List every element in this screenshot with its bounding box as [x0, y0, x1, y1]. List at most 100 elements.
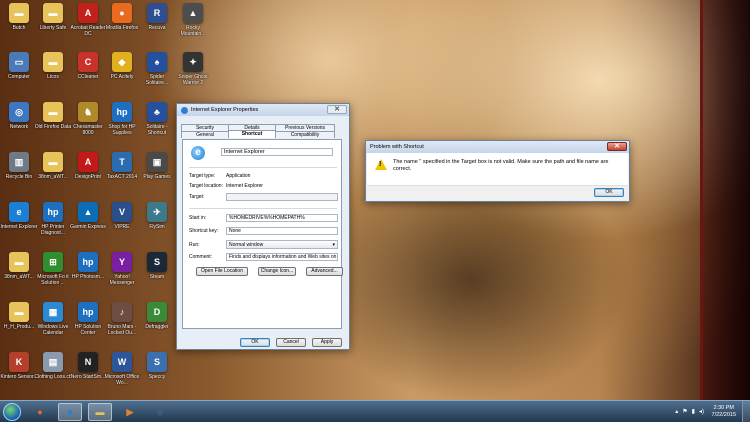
desktop-shortcut[interactable]: ▲ Rocky Mountain... — [174, 3, 212, 47]
clock[interactable]: 2:30 PM 7/22/2015 — [712, 405, 736, 419]
change-icon-button[interactable]: Change Icon... — [258, 267, 296, 276]
ie-icon: e — [191, 146, 205, 160]
chevron-down-icon: ▾ — [332, 242, 335, 248]
desktop-shortcut[interactable]: A DesignPrint — [69, 152, 107, 196]
ok-button[interactable]: OK — [240, 338, 270, 347]
comment-input[interactable]: Finds and displays information and Web s… — [226, 253, 338, 261]
target-label: Target: — [189, 194, 205, 200]
desktop-shortcut[interactable]: hp HP Solution Center — [69, 302, 107, 346]
desktop-shortcut[interactable]: ◆ PC Acitely — [103, 52, 141, 96]
desktop-shortcut[interactable]: ⊞ Microsoft Fo it Solution ... — [34, 252, 72, 296]
desktop-shortcut[interactable]: hp HP Printer Diagnost... — [34, 202, 72, 246]
dialog-titlebar[interactable]: Problem with Shortcut — [366, 141, 629, 153]
desktop-shortcut[interactable]: hp Shop for HP Supplies — [103, 102, 141, 146]
desktop-shortcut[interactable]: ▲ Garmin Express — [69, 202, 107, 246]
target-type-value: Application — [226, 173, 251, 179]
divider — [189, 208, 337, 209]
start-in-input[interactable]: %HOMEDRIVE%%HOMEPATH% — [226, 214, 338, 222]
desktop-shortcut[interactable]: ✦ Sniper Ghost Warrior 2 — [174, 52, 212, 96]
desktop-shortcut[interactable]: T TaxACT 2014 — [103, 152, 141, 196]
shortcut-key-input[interactable]: None — [226, 227, 338, 235]
apply-button[interactable]: Apply — [312, 338, 342, 347]
tab-shortcut[interactable]: Shortcut — [228, 130, 276, 138]
calendar-icon: ▦ — [43, 302, 63, 322]
desktop-shortcut[interactable]: ♪ Bruno Mars - Locked Ou... — [103, 302, 141, 346]
chevron-up-icon[interactable]: ▴ — [675, 408, 678, 415]
start-button[interactable] — [3, 403, 21, 421]
desktop-shortcut[interactable]: ▬ Old Firefox Data — [34, 102, 72, 146]
desktop-shortcut-label: CCleaner — [77, 74, 99, 80]
desktop-shortcut[interactable]: V VIPRE — [103, 202, 141, 246]
desktop-shortcut[interactable]: hp HP Photosm... — [69, 252, 107, 296]
desktop-shortcut[interactable]: ▭ Computer — [0, 52, 38, 96]
desktop-shortcut-label: Windows Live Calendar — [37, 324, 69, 336]
desktop-shortcut[interactable]: ♞ Chessmaster 8000 — [69, 102, 107, 146]
desktop-shortcut[interactable]: ▦ Windows Live Calendar — [34, 302, 72, 346]
desktop-shortcut-label: Rocky Mountain... — [180, 25, 206, 37]
tab-general[interactable]: General — [181, 131, 229, 138]
desktop-shortcut[interactable]: ▬ Butch — [0, 3, 38, 47]
desktop-shortcut[interactable]: K Kintero Sensor... — [0, 352, 38, 396]
desktop-shortcut-label: Kintero Sensor... — [0, 374, 38, 380]
desktop-shortcut[interactable]: A Acrobat Reader DC — [69, 3, 107, 47]
desktop-shortcut-label: Play Games — [143, 174, 171, 180]
tab-previous-versions[interactable]: Previous Versions — [275, 124, 335, 131]
volume-icon[interactable]: ◂) — [699, 408, 704, 415]
close-button[interactable]: ✕ — [327, 105, 347, 114]
firefox-icon: ● — [37, 407, 43, 417]
desktop-shortcut[interactable]: S Steam — [138, 252, 176, 296]
tab-compatibility[interactable]: Compatibility — [275, 131, 335, 138]
dialog-footer: OK — [367, 185, 628, 200]
desktop-shortcut[interactable]: N Nero StartSm... — [69, 352, 107, 396]
shortcut-panel: e Internet Explorer Target type: Applicat… — [182, 139, 343, 329]
run-select[interactable]: Normal window ▾ — [226, 240, 338, 249]
desktop-shortcut[interactable]: ♠ Spider Solitaire... — [138, 52, 176, 96]
taxact-icon: T — [112, 152, 132, 172]
desktop-shortcut[interactable]: ▬ Liberty Safe — [34, 3, 72, 47]
desktop-shortcut[interactable]: e Internet Explorer — [0, 202, 38, 246]
desktop-shortcut[interactable]: R Recuva — [138, 3, 176, 47]
taskbar-media-player-button[interactable]: ▶ — [118, 403, 142, 421]
properties-titlebar[interactable]: Internet Explorer Properties — [177, 104, 349, 116]
desktop-shortcut[interactable]: ▥ Recycle Bin — [0, 152, 38, 196]
open-file-location-button[interactable]: Open File Location — [196, 267, 248, 276]
desktop-shortcut-label: 38nm_aWT... — [4, 274, 34, 280]
shortcut-name-field[interactable]: Internet Explorer — [221, 148, 333, 156]
flag-icon[interactable]: ⚑ — [682, 408, 687, 415]
close-button[interactable]: ✕ — [607, 142, 627, 151]
taskbar-explorer-button[interactable]: ▬ — [88, 403, 112, 421]
taskbar-app-button[interactable]: ⊗ — [148, 403, 172, 421]
tab-security[interactable]: Security — [181, 124, 229, 131]
game-icon: ✦ — [183, 52, 203, 72]
cancel-button[interactable]: Cancel — [276, 338, 306, 347]
desktop-shortcut-label: DesignPrint — [75, 174, 101, 180]
network-icon[interactable]: ▮ — [692, 408, 695, 415]
desktop-shortcut[interactable]: ▬ H_H_Produ... — [0, 302, 38, 346]
taskbar-firefox-button[interactable]: ● — [28, 403, 52, 421]
taskbar-ie-button[interactable]: e — [58, 403, 82, 421]
desktop-shortcut[interactable]: Y Yahoo! Messenger — [103, 252, 141, 296]
speccy-icon: S — [147, 352, 167, 372]
desktop-shortcut[interactable]: ▬ 38nm_aWT... — [34, 152, 72, 196]
desktop-shortcut[interactable]: ◎ Network — [0, 102, 38, 146]
target-input[interactable] — [226, 193, 338, 201]
desktop-shortcut[interactable]: ✈ FlySim — [138, 202, 176, 246]
garmin-icon: ▲ — [78, 202, 98, 222]
desktop-shortcut[interactable]: ▬ Licos — [34, 52, 72, 96]
desktop-shortcut[interactable]: C CCleaner — [69, 52, 107, 96]
desktop-shortcut[interactable]: ▬ 38nm_aWT... — [0, 252, 38, 296]
advanced-button[interactable]: Advanced... — [306, 267, 343, 276]
dialog-ok-button[interactable]: OK — [594, 188, 624, 197]
cards-icon: ♣ — [147, 102, 167, 122]
yahoo-icon: Y — [112, 252, 132, 272]
comment-label: Comment: — [189, 254, 213, 260]
desktop-shortcut[interactable]: W Microsoft Office Wo... — [103, 352, 141, 396]
desktop-shortcut[interactable]: ▤ Clothing Loos.cb — [34, 352, 72, 396]
desktop-shortcut[interactable]: D Defraggler — [138, 302, 176, 346]
show-desktop-button[interactable] — [742, 401, 750, 422]
desktop-shortcut[interactable]: ▣ Play Games — [138, 152, 176, 196]
desktop-shortcut[interactable]: ● Mozilla Firefox — [103, 3, 141, 47]
desktop-shortcut[interactable]: ♣ Solitaire - Shortcut — [138, 102, 176, 146]
desktop-shortcut[interactable]: S Speccy — [138, 352, 176, 396]
problem-dialog: Problem with Shortcut ✕ ! The name '' sp… — [365, 140, 630, 202]
